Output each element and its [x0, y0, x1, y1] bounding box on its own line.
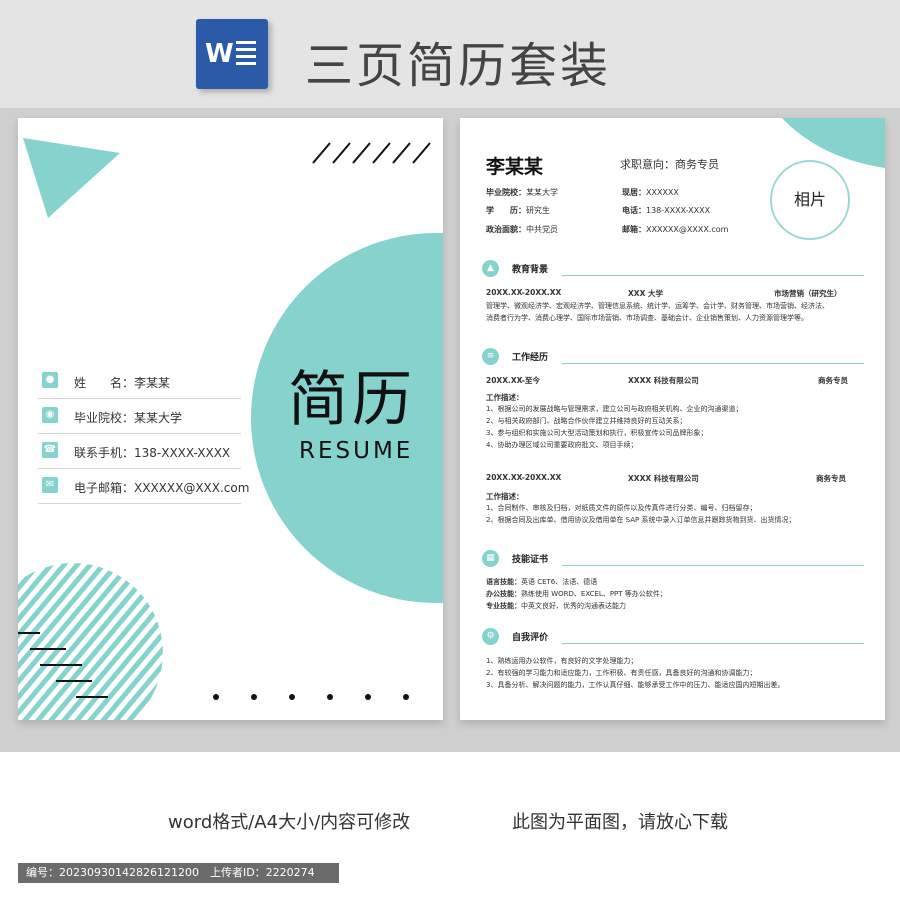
job-desc-line: 2、与相关政府部门、战略合作伙伴建立并维持良好的互动关系；: [486, 417, 687, 425]
basic-phone: 电话：138-XXXX-XXXX: [622, 206, 711, 215]
footer-format-text: word格式/A4大小/内容可修改: [168, 812, 411, 833]
graduation-cap-icon: ▲: [482, 260, 499, 277]
person-icon: ●: [42, 372, 58, 388]
basic-party: 政治面貌：中共党员: [486, 225, 558, 234]
corner-shape: [782, 118, 885, 168]
resume-name: 李某某: [486, 156, 544, 178]
page-title: 三页简历套装: [305, 38, 612, 94]
footer-download-text: 此图为平面图，请放心下载: [512, 812, 728, 833]
job-role: 商务专员: [818, 376, 848, 385]
striped-half-circle: [18, 563, 163, 720]
section-title: 工作经历: [512, 353, 549, 363]
section-title: 自我评价: [512, 633, 549, 643]
grid-icon: ▦: [482, 550, 499, 567]
cover-title: 简历: [288, 365, 416, 435]
gear-icon: ⚙: [482, 628, 499, 645]
cover-subtitle: RESUME: [299, 438, 414, 464]
cover-row-email: ✉ 电子邮箱：XXXXXX@XXX.com: [38, 469, 249, 504]
triangle-shape: [23, 138, 120, 218]
edu-course-line: 消费者行为学、消费心理学、国际市场营销、市场调查、基础会计、企业销售策划、人力资…: [486, 314, 808, 322]
edu-school: XXX 大学: [628, 289, 663, 298]
self-line: 2、有较强的学习能力和适应能力，工作积极、有责任感，具备良好的沟通和协调能力；: [486, 669, 757, 677]
basic-home: 现居：XXXXXX: [622, 188, 679, 197]
section-education: ▲ 教育背景: [482, 259, 864, 279]
edu-major: 市场营销（研究生）: [774, 289, 842, 298]
location-pin-icon: ◉: [42, 407, 58, 423]
job-company: XXXX 科技有限公司: [628, 376, 699, 385]
section-work: ≡ 工作经历: [482, 347, 864, 367]
self-line: 1、熟练运用办公软件，有良好的文字处理能力；: [486, 657, 638, 665]
job-desc-title: 工作描述：: [486, 492, 524, 501]
job-role: 商务专员: [816, 474, 846, 483]
section-skills: ▦ 技能证书: [482, 549, 864, 569]
edu-period: 20XX.XX-20XX.XX: [486, 288, 562, 297]
cover-page: 简历 RESUME ● 姓 名：李某某 ◉ 毕业院校：某某大学 ☎ 联系手机：1…: [18, 118, 443, 720]
cover-row-phone: ☎ 联系手机：138-XXXX-XXXX: [38, 434, 241, 469]
dot-row: [213, 694, 409, 700]
resume-page: 李某某 求职意向：商务专员 相片 毕业院校：某某大学 学 历：研究生 政治面貌：…: [460, 118, 885, 720]
basic-school: 毕业院校：某某大学: [486, 188, 558, 197]
cover-row-label: 毕业院校：某某大学: [74, 411, 183, 425]
job-desc-line: 1、合同制作、审核及归档，对纸质文件的原件以及传真件进行分类、编号、归档留存；: [486, 504, 757, 512]
edu-course-line: 管理学、微观经济学、宏观经济学、管理信息系统、统计学、运筹学、会计学、财务管理、…: [486, 302, 829, 310]
skill-line: 专业技能：中英文良好、优秀的沟通表达能力: [486, 602, 626, 610]
word-logo-letter: W: [205, 39, 234, 69]
section-title: 教育背景: [512, 265, 549, 275]
section-self: ⚙ 自我评价: [482, 627, 864, 647]
list-icon: ≡: [482, 348, 499, 365]
cover-row-label: 姓 名：李某某: [74, 376, 171, 390]
skill-line: 办公技能：熟练使用 WORD、EXCEL、PPT 等办公软件；: [486, 590, 667, 598]
job-period: 20XX.XX-至今: [486, 376, 540, 385]
phone-icon: ☎: [42, 442, 58, 458]
basic-mail: 邮箱：XXXXXX@XXXX.com: [622, 225, 729, 234]
meta-bar: 编号：20230930142826121200 上传者ID：2220274: [18, 863, 339, 883]
job-desc-line: 3、参与组织和实施公司大型活动策划和执行，积极宣传公司品牌形象；: [486, 429, 708, 437]
job-company: XXXX 科技有限公司: [628, 474, 699, 483]
job-desc-line: 2、根据合同及出库单、借用协议及借用单在 SAP 系统中录入订单信息并跟踪货物到…: [486, 516, 796, 524]
self-line: 3、具备分析、解决问题的能力，工作认真仔细、能够承受工作中的压力、能适应国内短期…: [486, 681, 785, 689]
word-logo-icon: W: [196, 19, 268, 89]
job-desc-title: 工作描述：: [486, 393, 524, 402]
cover-row-label: 联系手机：138-XXXX-XXXX: [74, 446, 231, 460]
job-period: 20XX.XX-20XX.XX: [486, 473, 562, 482]
job-desc-line: 4、协助办理区域公司重要政府批文、项目手续；: [486, 441, 638, 449]
section-title: 技能证书: [512, 555, 549, 565]
resume-intent: 求职意向：商务专员: [620, 158, 719, 171]
job-desc-line: 1、根据公司的发展战略与管理需求，建立公司与政府相关机构、企业的沟通渠道；: [486, 405, 743, 413]
slash-lines: [312, 142, 431, 164]
cover-row-name: ● 姓 名：李某某: [38, 364, 241, 399]
skill-line: 语言技能：英语 CET6、法语、德语: [486, 578, 598, 586]
mail-icon: ✉: [42, 477, 58, 493]
basic-edu: 学 历：研究生: [486, 206, 550, 215]
cover-info-list: ● 姓 名：李某某 ◉ 毕业院校：某某大学 ☎ 联系手机：138-XXXX-XX…: [38, 364, 249, 504]
cover-row-label: 电子邮箱：XXXXXX@XXX.com: [74, 481, 250, 495]
photo-placeholder: 相片: [770, 160, 850, 240]
cover-row-school: ◉ 毕业院校：某某大学: [38, 399, 241, 434]
